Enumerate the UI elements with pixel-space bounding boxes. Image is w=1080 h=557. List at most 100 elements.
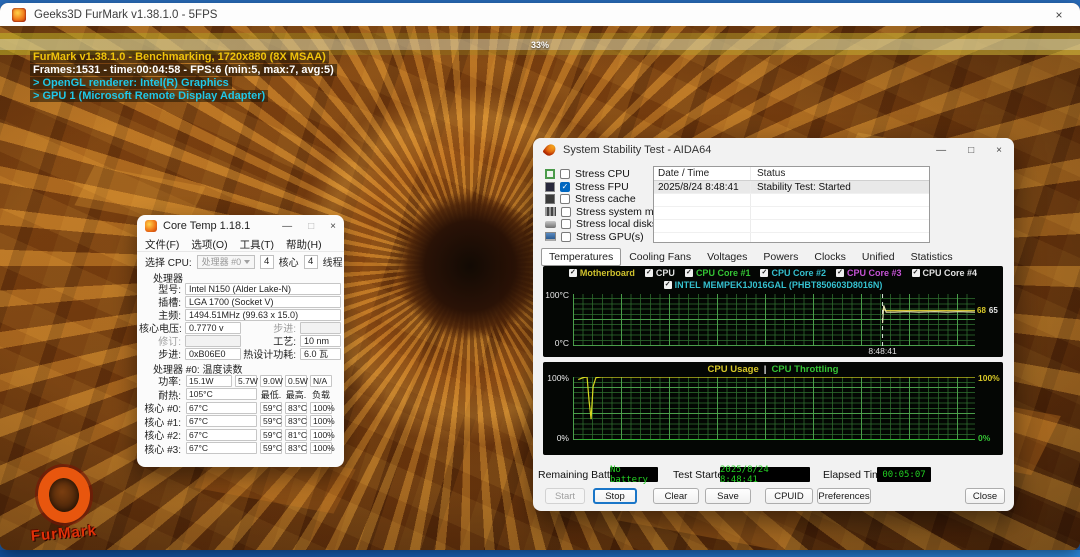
legend-item[interactable]: ✓CPU Core #2 bbox=[760, 268, 826, 278]
legend-checkbox[interactable]: ✓ bbox=[664, 281, 672, 289]
log-header-datetime: Date / Time bbox=[654, 167, 751, 180]
coretemp-readings-table: 功率:15.1W5.7W9.0W0.5WN/A耐热:105°C最低.最高.负载核… bbox=[139, 373, 332, 454]
taskbar[interactable] bbox=[0, 550, 1080, 557]
stress-checkbox-memory[interactable] bbox=[561, 207, 571, 217]
legend-label: INTEL MEMPEK1J016GAL (PHBT850603D8016N) bbox=[675, 280, 883, 290]
furmark-osd: FurMark v1.38.1.0 - Benchmarking, 1720x8… bbox=[30, 51, 337, 102]
usage-plot bbox=[573, 377, 975, 440]
coretemp-menu-item-3[interactable]: 工具(T) bbox=[240, 237, 274, 252]
tab-cooling-fans[interactable]: Cooling Fans bbox=[621, 248, 699, 266]
legend-checkbox[interactable]: ✓ bbox=[836, 269, 844, 277]
coretemp-titlebar[interactable]: Core Temp 1.18.1 — □ × bbox=[137, 215, 344, 237]
select-cpu-label: 选择 CPU: bbox=[145, 254, 192, 269]
disk-device-icon bbox=[545, 221, 556, 228]
stress-checkbox-fpu[interactable]: ✓ bbox=[560, 182, 570, 192]
legend-checkbox[interactable]: ✓ bbox=[569, 269, 577, 277]
tab-powers[interactable]: Powers bbox=[755, 248, 806, 266]
cpu-select-value: 处理器 #0 bbox=[202, 255, 242, 268]
legend-item[interactable]: ✓CPU Core #3 bbox=[836, 268, 902, 278]
legend-checkbox[interactable]: ✓ bbox=[685, 269, 693, 277]
stress-checkbox-cpu[interactable] bbox=[560, 169, 570, 179]
legend-item[interactable]: ✓CPU bbox=[645, 268, 675, 278]
power-value-4: 0.5W bbox=[285, 375, 307, 387]
coretemp-menu-item-4[interactable]: 帮助(H) bbox=[286, 237, 322, 252]
stress-checkbox-disk[interactable] bbox=[561, 219, 571, 229]
core-max-value: 83°C bbox=[285, 402, 307, 414]
power-value-1: 15.1W bbox=[186, 375, 232, 387]
core-load-value: 100% bbox=[310, 415, 332, 427]
log-row[interactable]: 2025/8/24 8:48:41Stability Test: Started bbox=[654, 181, 929, 194]
save-button[interactable]: Save bbox=[705, 488, 751, 504]
aida64-titlebar[interactable]: System Stability Test - AIDA64 — □ × bbox=[533, 138, 1014, 162]
core-temp-value: 67°C bbox=[186, 402, 257, 414]
legend-checkbox[interactable]: ✓ bbox=[645, 269, 653, 277]
column-header-1: 最低. bbox=[260, 388, 282, 401]
preferences-button[interactable]: Preferences bbox=[817, 488, 871, 504]
stop-button[interactable]: Stop bbox=[593, 488, 637, 504]
column-header-2: 最高. bbox=[285, 388, 307, 401]
battery-value: No battery bbox=[610, 467, 658, 482]
furmark-titlebar[interactable]: Geeks3D FurMark v1.38.1.0 - 5FPS × bbox=[0, 3, 1080, 26]
cpuid-button[interactable]: CPUID bbox=[765, 488, 813, 504]
aida64-minimize-icon[interactable]: — bbox=[936, 145, 946, 156]
legend-checkbox[interactable]: ✓ bbox=[760, 269, 768, 277]
stress-checkbox-cache[interactable] bbox=[560, 194, 570, 204]
tab-clocks[interactable]: Clocks bbox=[806, 248, 854, 266]
legend-item[interactable]: ✓CPU Core #4 bbox=[912, 268, 978, 278]
clear-button[interactable]: Clear bbox=[653, 488, 699, 504]
lithography-field: 10 nm bbox=[300, 335, 341, 347]
coretemp-select-row: 选择 CPU: 处理器 #0 4 核心 4 线程 bbox=[145, 254, 343, 269]
core-load-value: 100% bbox=[310, 429, 332, 441]
aida64-tabs: TemperaturesCooling FansVoltagesPowersCl… bbox=[541, 248, 961, 266]
tab-statistics[interactable]: Statistics bbox=[903, 248, 961, 266]
cpu-usage-chart-panel: CPU Usage|CPU Throttling 100% 0% 100% 0% bbox=[543, 362, 1003, 455]
start-button[interactable]: Start bbox=[545, 488, 585, 504]
core-count-label: 核心 bbox=[279, 254, 299, 269]
coretemp-window-title: Core Temp 1.18.1 bbox=[163, 220, 250, 232]
cpu-select-dropdown[interactable]: 处理器 #0 bbox=[197, 255, 255, 269]
fpu-device-icon bbox=[545, 182, 555, 192]
tab-unified[interactable]: Unified bbox=[854, 248, 903, 266]
coretemp-minimize-icon[interactable]: — bbox=[282, 221, 292, 232]
coretemp-menu-item-1[interactable]: 文件(F) bbox=[145, 237, 179, 252]
test-started-value: 2025/8/24 8:48:41 bbox=[720, 467, 810, 482]
usage-plot-svg bbox=[573, 377, 975, 440]
coretemp-close-icon[interactable]: × bbox=[330, 221, 336, 232]
legend-label: Motherboard bbox=[580, 268, 635, 278]
legend-label: CPU bbox=[656, 268, 675, 278]
coretemp-fields: 型号: Intel N150 (Alder Lake-N) 插槽: LGA 17… bbox=[139, 282, 341, 360]
furmark-app-icon bbox=[12, 8, 26, 22]
coretemp-menu-item-2[interactable]: 选项(O) bbox=[191, 237, 227, 252]
legend-checkbox[interactable]: ✓ bbox=[912, 269, 920, 277]
tab-voltages[interactable]: Voltages bbox=[699, 248, 755, 266]
log-row-empty bbox=[654, 233, 929, 243]
vid-field: 0.7770 v bbox=[185, 322, 241, 334]
legend-item[interactable]: ✓Motherboard bbox=[569, 268, 635, 278]
close-button[interactable]: Close bbox=[965, 488, 1005, 504]
tab-temperatures[interactable]: Temperatures bbox=[541, 248, 621, 266]
elapsed-time-value: 00:05:07 bbox=[877, 467, 931, 482]
core-row-2: 核心 #2:67°C59°C81°C100% bbox=[139, 427, 332, 441]
coretemp-app-icon bbox=[145, 220, 157, 232]
legend-item[interactable]: ✓INTEL MEMPEK1J016GAL (PHBT850603D8016N) bbox=[664, 280, 883, 290]
stress-label-fpu: Stress FPU bbox=[575, 181, 629, 193]
stress-label-cache: Stress cache bbox=[575, 193, 636, 205]
aida64-close-icon[interactable]: × bbox=[996, 145, 1002, 156]
socket-field: LGA 1700 (Socket V) bbox=[185, 296, 341, 308]
usage-title-part: CPU Throttling bbox=[771, 364, 838, 375]
aida64-window: System Stability Test - AIDA64 — □ × Str… bbox=[533, 138, 1014, 511]
legend-item[interactable]: ✓CPU Core #1 bbox=[685, 268, 751, 278]
core-row-0: 核心 #0:67°C59°C83°C100% bbox=[139, 400, 332, 414]
core-row-1: 核心 #1:67°C59°C83°C100% bbox=[139, 414, 332, 428]
tdp-field: 6.0 瓦 bbox=[300, 348, 341, 360]
aida64-maximize-icon[interactable]: □ bbox=[968, 145, 974, 156]
coretemp-maximize-icon[interactable]: □ bbox=[308, 221, 314, 232]
temp-end-label-1: 68 bbox=[977, 306, 986, 315]
coretemp-menubar: 文件(F) 选项(O) 工具(T) 帮助(H) bbox=[137, 237, 344, 252]
furmark-flame-icon bbox=[35, 464, 93, 525]
temp-ylabel-bottom: 0°C bbox=[543, 338, 569, 348]
power-value-2: 5.7W bbox=[235, 375, 257, 387]
power-row: 功率:15.1W5.7W9.0W0.5WN/A bbox=[139, 373, 332, 387]
furmark-close-icon[interactable]: × bbox=[1050, 8, 1068, 22]
stress-checkbox-gpu[interactable] bbox=[561, 232, 571, 242]
